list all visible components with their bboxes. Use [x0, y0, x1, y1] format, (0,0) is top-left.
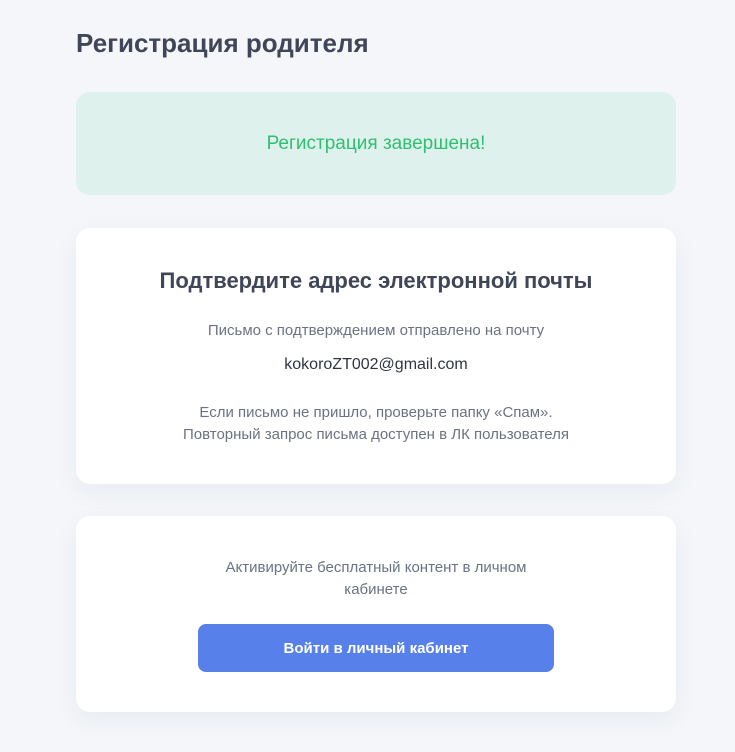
spam-hint-line-1: Если письмо не пришло, проверьте папку «… [199, 404, 553, 421]
activate-content-text: Активируйте бесплатный контент в личном … [225, 559, 527, 598]
spam-hint-line-2: Повторный запрос письма доступен в ЛК по… [182, 426, 569, 443]
confirmation-sent-text: Письмо с подтверждением отправлено на по… [207, 322, 545, 339]
email-address: kokoroZT002@gmail.com [284, 356, 468, 373]
page-title: Регистрация родителя [76, 28, 369, 58]
success-banner: Регистрация завершена! [76, 92, 676, 195]
login-account-button[interactable]: Войти в личный кабинет [198, 624, 554, 672]
email-confirmation-card: Подтвердите адрес электронной почты Пись… [76, 228, 676, 484]
confirmation-heading: Подтвердите адрес электронной почты [159, 268, 593, 293]
activate-content-card: Активируйте бесплатный контент в личном … [76, 516, 676, 712]
success-message: Регистрация завершена! [266, 132, 486, 154]
spam-hint: Если письмо не пришло, проверьте папку «… [76, 402, 676, 446]
